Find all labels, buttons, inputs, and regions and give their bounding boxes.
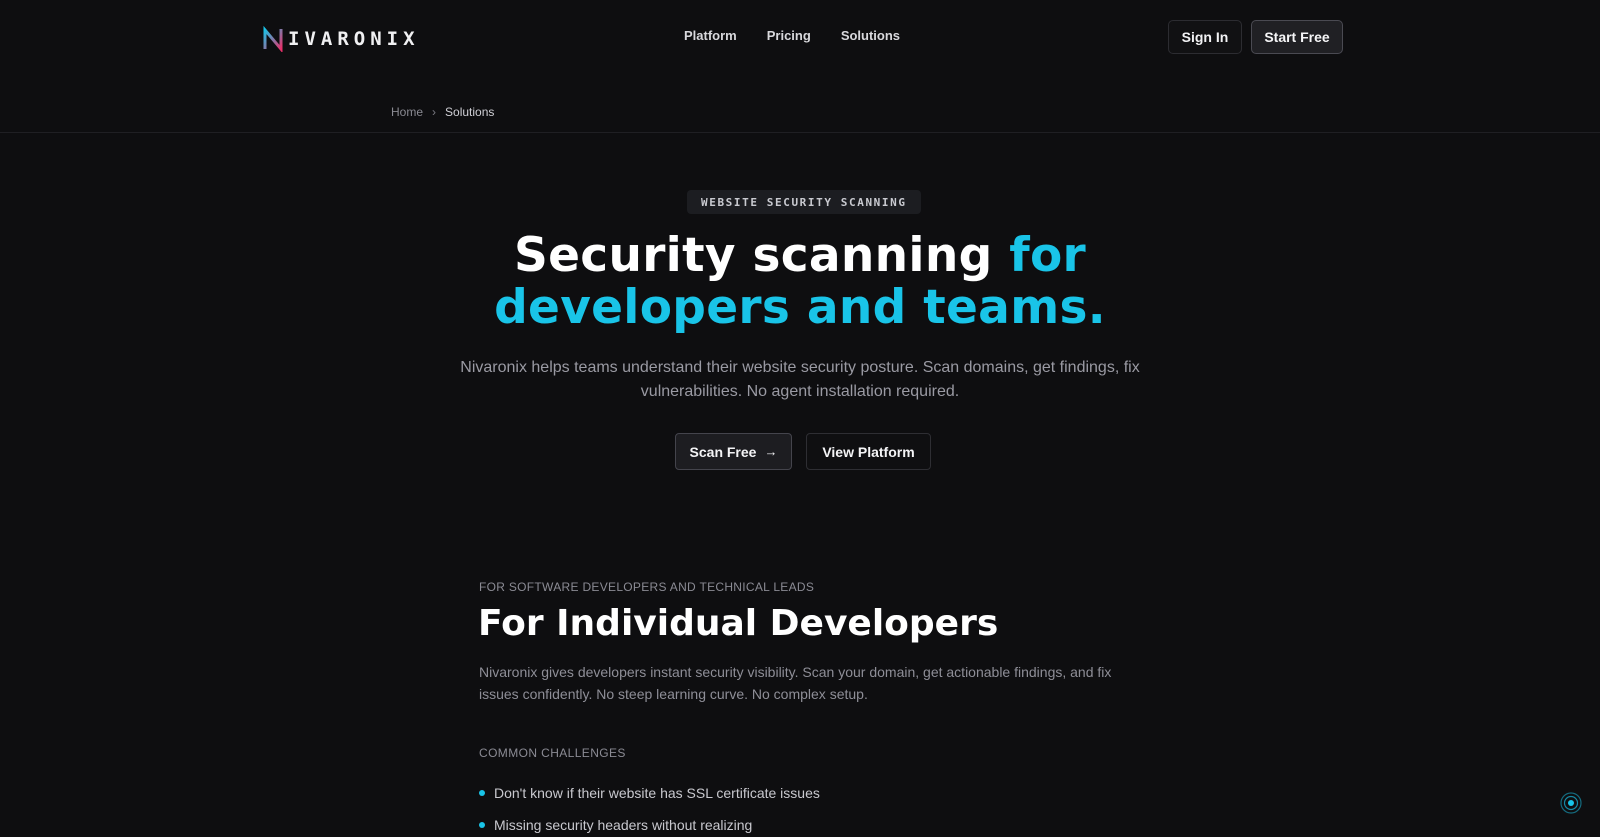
site-header: IVARONIX Platform Pricing Solutions Sign…: [0, 0, 1600, 76]
arrow-right-icon: →: [764, 444, 778, 459]
sign-in-button[interactable]: Sign In: [1168, 20, 1242, 54]
bullet-icon: [479, 822, 485, 828]
section-title: For Individual Developers: [478, 603, 999, 644]
radar-widget-icon[interactable]: [1560, 792, 1582, 814]
challenges-list: Don't know if their website has SSL cert…: [479, 777, 820, 837]
bullet-icon: [479, 790, 485, 796]
hero-title-cyan-1: for: [1009, 228, 1087, 283]
challenge-text: Missing security headers without realizi…: [494, 817, 753, 833]
hero-title-cyan-2: developers and teams.: [494, 280, 1106, 335]
nav-item-platform[interactable]: Platform: [684, 28, 737, 43]
list-item: Don't know if their website has SSL cert…: [479, 777, 820, 809]
nav-item-solutions[interactable]: Solutions: [841, 28, 900, 43]
chevron-right-icon: ›: [432, 105, 437, 119]
section-eyebrow: FOR SOFTWARE DEVELOPERS AND TECHNICAL LE…: [479, 580, 815, 594]
hero-subtitle: Nivaronix helps teams understand their w…: [460, 359, 1140, 400]
challenge-text: Don't know if their website has SSL cert…: [494, 785, 820, 801]
breadcrumb-home-link[interactable]: Home: [391, 105, 423, 119]
breadcrumb-current: Solutions: [445, 105, 495, 119]
view-platform-button[interactable]: View Platform: [806, 433, 931, 470]
hero-title: Security scanning for developers and team…: [400, 230, 1200, 334]
hero-badge: WEBSITE SECURITY SCANNING: [687, 190, 921, 214]
page: IVARONIX Platform Pricing Solutions Sign…: [0, 0, 1600, 837]
logo-mark-icon: [263, 26, 283, 52]
logo[interactable]: IVARONIX: [262, 24, 420, 54]
header-divider: [0, 132, 1600, 133]
nav-item-pricing[interactable]: Pricing: [767, 28, 811, 43]
challenges-label: COMMON CHALLENGES: [479, 746, 626, 760]
logo-text: IVARONIX: [288, 28, 420, 50]
scan-free-label: Scan Free: [689, 443, 757, 460]
list-item: Missing security headers without realizi…: [479, 809, 820, 837]
start-free-button[interactable]: Start Free: [1251, 20, 1343, 54]
breadcrumb: Home › Solutions: [391, 105, 494, 119]
section-description: Nivaronix gives developers instant secur…: [479, 664, 1112, 702]
main-nav: Platform Pricing Solutions: [684, 28, 900, 43]
hero-title-white: Security scanning: [513, 228, 1010, 283]
scan-free-button[interactable]: Scan Free →: [675, 433, 792, 470]
